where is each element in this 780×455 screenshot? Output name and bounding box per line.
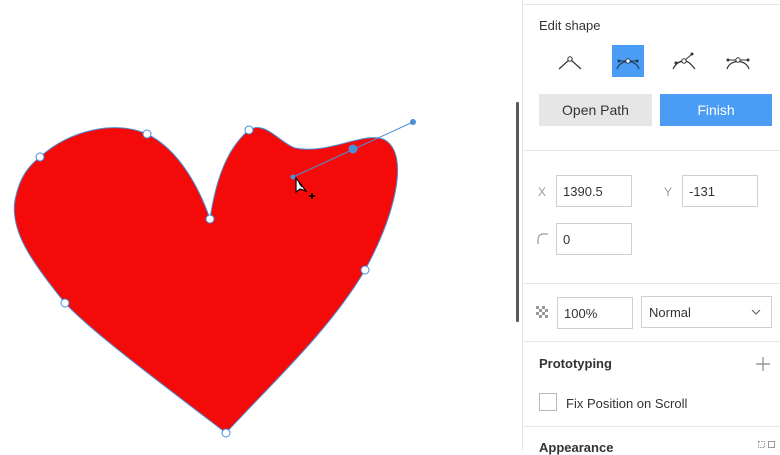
heart-shape[interactable] <box>13 127 399 434</box>
property-inspector: Edit shape Open Path Finish X 1390.5 Y -… <box>522 0 780 455</box>
vertical-scrollbar[interactable] <box>516 102 519 322</box>
blend-mode-select[interactable]: Normal <box>641 296 772 328</box>
divider <box>523 4 780 5</box>
selected-anchor-point[interactable] <box>348 144 358 154</box>
prototyping-heading: Prototyping <box>539 356 612 371</box>
design-canvas[interactable] <box>0 0 522 450</box>
edit-shape-title: Edit shape <box>539 18 601 33</box>
opacity-field[interactable]: 100% <box>557 297 633 329</box>
anchor-point[interactable] <box>35 152 45 162</box>
anchor-point[interactable] <box>360 265 370 275</box>
finish-button[interactable]: Finish <box>660 94 772 126</box>
handle-point-end[interactable] <box>410 119 416 125</box>
fix-position-checkbox[interactable] <box>539 393 557 411</box>
divider <box>523 341 780 342</box>
asymmetric-point-button[interactable] <box>722 45 754 77</box>
x-field[interactable]: 1390.5 <box>556 175 632 207</box>
canvas-svg[interactable] <box>0 0 522 450</box>
chevron-down-icon <box>751 309 761 315</box>
divider <box>523 150 780 151</box>
anchor-point[interactable] <box>221 428 231 438</box>
y-label: Y <box>664 185 673 199</box>
divider <box>523 283 780 284</box>
corner-radius-field[interactable]: 0 <box>556 223 632 255</box>
anchor-point[interactable] <box>244 125 254 135</box>
add-interaction-plus-icon[interactable] <box>755 356 771 372</box>
appearance-toggle-icon[interactable] <box>758 441 775 449</box>
mirrored-point-button[interactable] <box>612 45 644 77</box>
x-label: X <box>538 185 547 199</box>
corner-radius-icon <box>537 233 548 244</box>
straight-point-button[interactable] <box>554 45 586 77</box>
disconnected-point-icon <box>672 52 696 70</box>
y-field[interactable]: -131 <box>682 175 758 207</box>
anchor-point[interactable] <box>60 298 70 308</box>
asymmetric-point-icon <box>726 57 750 70</box>
handle-point-start[interactable] <box>290 174 296 180</box>
mirrored-point-icon <box>616 58 640 70</box>
anchor-point[interactable] <box>205 214 215 224</box>
blend-mode-value: Normal <box>649 304 691 320</box>
appearance-heading: Appearance <box>539 440 614 455</box>
straight-point-icon <box>558 56 582 70</box>
disconnected-point-button[interactable] <box>668 45 700 77</box>
opacity-icon <box>536 306 548 318</box>
open-path-button[interactable]: Open Path <box>539 94 652 126</box>
anchor-point[interactable] <box>142 129 152 139</box>
divider <box>523 426 780 427</box>
fix-position-label: Fix Position on Scroll <box>566 396 688 411</box>
